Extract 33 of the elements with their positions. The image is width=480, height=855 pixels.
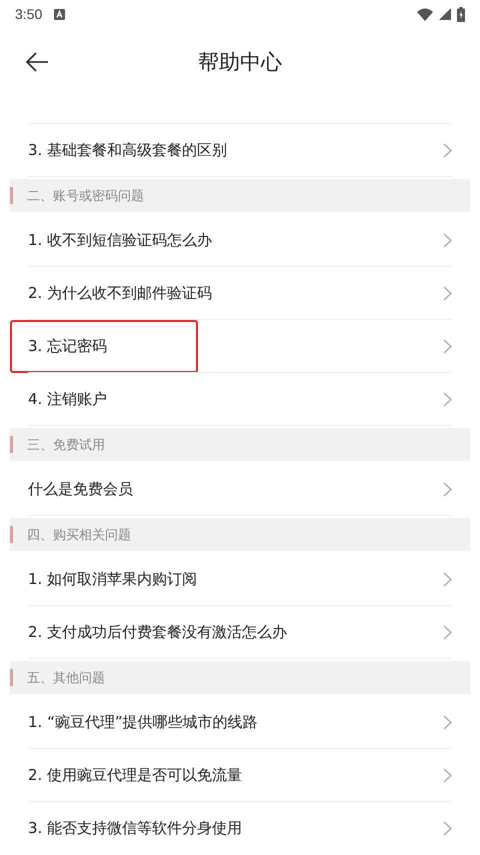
status-time: 3:50 — [15, 6, 42, 22]
help-item[interactable]: 1. 如何取消苹果内购订阅 — [10, 553, 470, 606]
help-item[interactable]: 什么是免费会员 — [10, 463, 470, 516]
chevron-icon — [443, 625, 452, 640]
help-item[interactable]: 2. 使用豌豆代理是否可以免流量 — [10, 749, 470, 802]
back-icon[interactable] — [25, 52, 49, 72]
notification-icon — [54, 8, 66, 20]
help-item[interactable]: 3. 基础套餐和高级套餐的区别 — [10, 124, 470, 177]
section-header: 三、免费试用 — [10, 428, 470, 461]
help-item[interactable]: 1. “豌豆代理”提供哪些城市的线路 — [10, 696, 470, 749]
help-item[interactable]: 3. 能否支持微信等软件分身使用 — [10, 802, 470, 855]
help-item[interactable]: 3. 忘记密码 — [10, 320, 470, 373]
section-header: 二、账号或密码问题 — [10, 179, 470, 212]
chevron-icon — [443, 286, 452, 301]
section-header: 五、其他问题 — [10, 661, 470, 694]
chevron-icon — [443, 482, 452, 497]
chevron-icon — [443, 768, 452, 783]
help-item[interactable]: 2. 支付成功后付费套餐没有激活怎么办 — [10, 606, 470, 659]
chevron-icon — [443, 392, 452, 407]
chevron-icon — [443, 339, 452, 354]
section-header: 四、购买相关问题 — [10, 518, 470, 551]
help-item[interactable]: 2. 为什么收不到邮件验证码 — [10, 267, 470, 320]
chevron-icon — [443, 821, 452, 836]
chevron-icon — [443, 715, 452, 730]
battery-icon — [457, 6, 465, 22]
chevron-icon — [443, 572, 452, 587]
wifi-icon — [417, 8, 433, 20]
help-item[interactable]: 4. 注销账户 — [10, 373, 470, 426]
help-item[interactable]: 1. 收不到短信验证码怎么办 — [10, 214, 470, 267]
chevron-icon — [443, 233, 452, 248]
page-title: 帮助中心 — [198, 48, 282, 76]
chevron-icon — [443, 143, 452, 158]
signal-icon — [439, 8, 451, 20]
